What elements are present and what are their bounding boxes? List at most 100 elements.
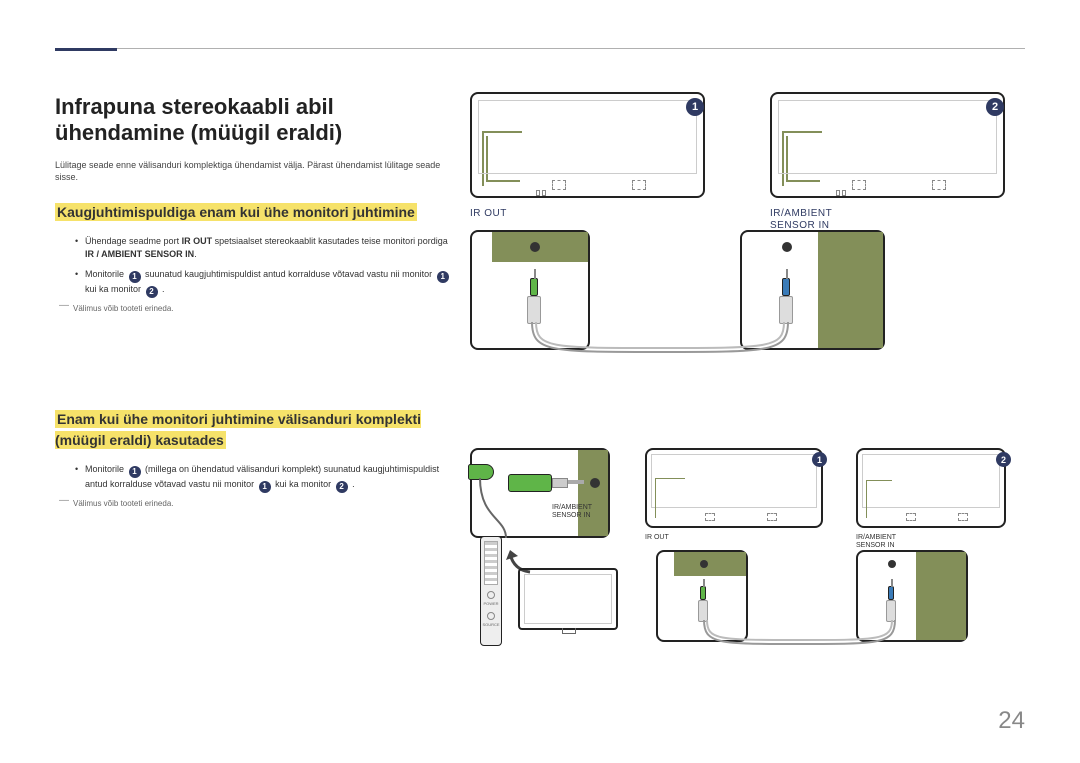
jack-socket-icon	[782, 242, 792, 252]
accent-bar	[55, 48, 117, 51]
section2-heading: Enam kui ühe monitori juhtimine välisand…	[55, 410, 421, 449]
section1-heading: Kaugjuhtimispuldiga enam kui ühe monitor…	[55, 203, 417, 221]
port-icon	[906, 513, 916, 521]
section1-note: Välimus võib tooteti erineda.	[63, 304, 455, 313]
remote-grid-icon	[484, 541, 498, 585]
page-title: Infrapuna stereokaabli abil ühendamine (…	[55, 94, 455, 147]
jack-socket-icon	[888, 560, 896, 568]
monitor-stand-icon	[562, 628, 576, 634]
remote-button-icon	[487, 612, 495, 620]
screen-inner	[524, 574, 612, 624]
text: kui ka monitor	[273, 479, 334, 489]
circled-number-icon: 1	[129, 271, 141, 283]
section2-bullets: Monitorile 1 (millega on ühendatud välis…	[75, 463, 455, 493]
panel-green	[916, 552, 966, 640]
monitor-decoration	[655, 478, 685, 518]
jack-tip-icon	[786, 269, 788, 279]
label-ir-ambient-1: IR/AMBIENT	[770, 208, 832, 219]
text: .	[350, 479, 355, 489]
list-item: Monitorile 1 (millega on ühendatud välis…	[75, 463, 455, 493]
section1-bullets: Ühendage seadme port IR OUT spetsiaalset…	[75, 235, 455, 298]
text: suunatud kaugjuhtimispuldist antud korra…	[143, 269, 435, 279]
circled-number-icon: 1	[129, 466, 141, 478]
figure-bottom: IR/AMBIENT SENSOR IN POWER SOURCE	[470, 448, 1032, 678]
text-bold: IR / AMBIENT SENSOR IN	[85, 249, 194, 259]
text: .	[160, 284, 165, 294]
monitor-1-small	[645, 448, 823, 528]
badge-2-small: 2	[996, 452, 1011, 467]
text: .	[194, 249, 197, 259]
port-icon	[632, 180, 646, 190]
label-ir-out-small: IR OUT	[645, 534, 669, 541]
jack-green-icon	[530, 278, 538, 296]
circled-number-icon: 1	[437, 271, 449, 283]
cable-icon	[530, 322, 790, 362]
monitor-decoration	[866, 480, 892, 518]
port-icon	[705, 513, 715, 521]
cable-icon	[702, 620, 897, 652]
monitor-2-frame	[770, 92, 1005, 198]
monitor-1-frame	[470, 92, 705, 198]
badge-2: 2	[986, 98, 1004, 116]
screen-area	[778, 100, 997, 174]
tick-icon	[536, 190, 540, 196]
plug-body	[886, 600, 896, 622]
badge-1: 1	[686, 98, 704, 116]
text-bold: IR OUT	[182, 236, 213, 246]
plug-body	[779, 296, 793, 324]
remote-control-icon: POWER SOURCE	[480, 536, 502, 646]
port-icon	[767, 513, 777, 521]
page-number: 24	[998, 707, 1025, 735]
figure-top: 1 2 IR OUT IR/AMBIENT SENSOR IN	[470, 92, 1032, 358]
intro-paragraph: Lülitage seade enne välisanduri komplekt…	[55, 159, 455, 184]
remote-button-icon	[487, 591, 495, 599]
tiny-label-ir-ambient-2: SENSOR IN	[552, 512, 591, 519]
screen-area	[478, 100, 697, 174]
sensor-plug-sleeve	[552, 478, 568, 488]
port-icon	[552, 180, 566, 190]
panel-green	[578, 450, 608, 536]
jack-blue-icon	[782, 278, 790, 296]
text: Ühendage seadme port	[85, 236, 182, 246]
jack-blue-icon	[888, 586, 894, 600]
tick-icon	[836, 190, 840, 196]
jack-green-icon	[700, 586, 706, 600]
tiny-label-ir-ambient-1: IR/AMBIENT	[552, 504, 592, 511]
monitor-2-small	[856, 448, 1006, 528]
text-column: Infrapuna stereokaabli abil ühendamine (…	[55, 94, 455, 508]
jack-tip-icon	[891, 579, 893, 587]
small-monitor-icon	[518, 568, 618, 630]
plug-body	[698, 600, 708, 622]
section1-heading-wrap: Kaugjuhtimispuldiga enam kui ühe monitor…	[55, 202, 455, 223]
plug-body	[527, 296, 541, 324]
panel-green	[674, 552, 746, 576]
page: Infrapuna stereokaabli abil ühendamine (…	[0, 0, 1080, 763]
sensor-plug-tip	[568, 480, 584, 484]
text: kui ka monitor	[85, 284, 144, 294]
text: spetsiaalset stereokaablit kasutades tei…	[212, 236, 448, 246]
port-icon	[932, 180, 946, 190]
tick-icon	[542, 190, 546, 196]
jack-tip-icon	[534, 269, 536, 279]
label-ir-ambient-small-1: IR/AMBIENT	[856, 534, 896, 541]
section2-note: Välimus võib tooteti erineda.	[63, 499, 455, 508]
text: Monitorile	[85, 464, 127, 474]
circled-number-icon: 2	[146, 286, 158, 298]
port-icon	[852, 180, 866, 190]
remote-label-source: SOURCE	[481, 622, 501, 627]
panel-green	[492, 232, 588, 262]
remote-label-power: POWER	[481, 601, 501, 606]
circled-number-icon: 1	[259, 481, 271, 493]
jack-socket-icon	[530, 242, 540, 252]
label-ir-out: IR OUT	[470, 208, 507, 219]
label-ir-ambient-small-2: SENSOR IN	[856, 542, 895, 549]
list-item: Monitorile 1 suunatud kaugjuhtimispuldis…	[75, 268, 455, 298]
text: Monitorile	[85, 269, 127, 279]
top-rule	[55, 48, 1025, 49]
panel-green	[818, 232, 883, 348]
port-icon	[958, 513, 968, 521]
list-item: Ühendage seadme port IR OUT spetsiaalset…	[75, 235, 455, 262]
jack-tip-icon	[703, 579, 705, 587]
jack-socket-icon	[590, 478, 600, 488]
section2-heading-wrap: Enam kui ühe monitori juhtimine välisand…	[55, 409, 455, 451]
